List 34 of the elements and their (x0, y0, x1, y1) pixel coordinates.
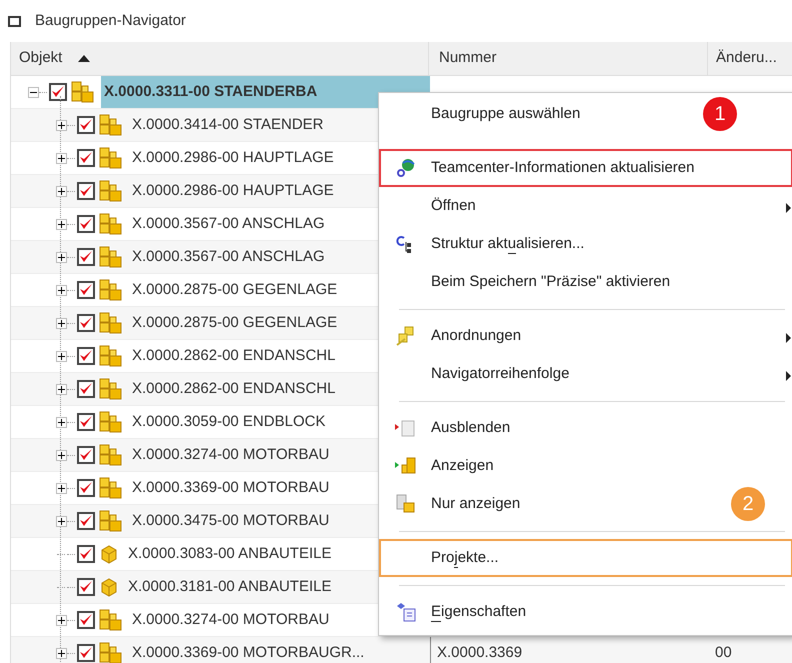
object-name: X.0000.3059-00 ENDBLOCK (131, 412, 326, 432)
menu-item-label: Ausblenden (431, 418, 510, 438)
callout-badge: 2 (731, 487, 765, 521)
object-name: X.0000.3181-00 ANBAUTEILE (127, 576, 332, 597)
window-title: Baugruppen-Navigator (35, 10, 186, 31)
object-name: X.0000.2986-00 HAUPTLAGE (131, 148, 335, 168)
menu-item-label: Nur anzeigen (431, 494, 520, 514)
object-name: X.0000.3311-00 STAENDERBA (101, 76, 430, 108)
object-name: X.0000.2875-00 GEGENLAGE (131, 280, 338, 300)
menu-item-label: Projekte... (431, 546, 499, 570)
menu-item-label: Struktur aktualisieren... (431, 232, 584, 256)
object-name: X.0000.3567-00 ANSCHLAG (131, 246, 326, 267)
object-name: X.0000.2862-00 ENDANSCHL (131, 378, 336, 399)
menu-item-label: Eigenschaften (431, 600, 526, 624)
menu-item-label: Öffnen (431, 196, 476, 216)
object-name: X.0000.3083-00 ANBAUTEILE (127, 544, 332, 564)
object-name: X.0000.2986-00 HAUPTLAGE (131, 180, 335, 201)
object-name: X.0000.3274-00 MOTORBAU (131, 610, 330, 630)
menu-item-label: Navigatorreihenfolge (431, 364, 570, 384)
object-name: X.0000.3369-00 MOTORBAU (131, 478, 330, 498)
object-name: X.0000.3274-00 MOTORBAU (131, 444, 330, 465)
menu-item-label: Anzeigen (431, 456, 494, 476)
menu-item-label: Teamcenter-Informationen aktualisieren (431, 158, 694, 178)
object-name: X.0000.3414-00 STAENDER (131, 114, 324, 135)
object-name: X.0000.3567-00 ANSCHLAG (131, 214, 326, 234)
number-cell-text: X.0000.3369 (437, 642, 522, 663)
callout-badge: 1 (703, 97, 737, 131)
object-name: X.0000.2862-00 ENDANSCHL (131, 346, 336, 366)
object-name: X.0000.2875-00 GEGENLAGE (131, 312, 338, 333)
object-name: X.0000.3369-00 MOTORBAUGR... (131, 642, 366, 663)
menu-item-label: Beim Speichern "Präzise" aktivieren (431, 272, 670, 292)
menu-item-label: Anordnungen (431, 326, 522, 346)
object-name: X.0000.3475-00 MOTORBAU (131, 510, 330, 531)
revision-cell-text: 00 (715, 642, 732, 663)
